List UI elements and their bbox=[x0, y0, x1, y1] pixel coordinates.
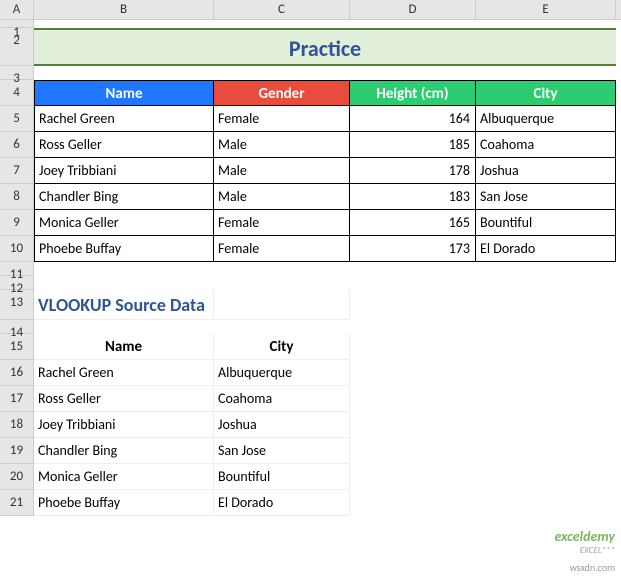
cell-gender[interactable]: Female bbox=[214, 210, 350, 236]
col-header-A[interactable]: A bbox=[0, 0, 34, 19]
vlookup-header-row: Name City bbox=[34, 334, 616, 360]
table-row: Phoebe Buffay Female 173 El Dorado bbox=[34, 236, 616, 262]
row-header-17[interactable]: 17 bbox=[0, 386, 34, 412]
cell-gender[interactable]: Male bbox=[214, 184, 350, 210]
cell-height[interactable]: 173 bbox=[350, 236, 476, 262]
cell-gender[interactable]: Male bbox=[214, 132, 350, 158]
vcell-city[interactable]: Albuquerque bbox=[214, 360, 350, 386]
vlookup-title-row: VLOOKUP Source Data bbox=[34, 290, 616, 320]
row-header-19[interactable]: 19 bbox=[0, 438, 34, 464]
row-headers: 1 2 3 4 5 6 7 8 9 10 11 12 13 14 15 16 1… bbox=[0, 20, 34, 516]
row-header-6[interactable]: 6 bbox=[0, 132, 34, 158]
vcell-name[interactable]: Ross Geller bbox=[34, 386, 214, 412]
vlookup-row: Phoebe Buffay El Dorado bbox=[34, 490, 616, 516]
column-headers: A B C D E bbox=[0, 0, 621, 20]
vlookup-row: Monica Geller Bountiful bbox=[34, 464, 616, 490]
row-header-2[interactable]: 2 bbox=[0, 28, 34, 66]
cell-city[interactable]: Coahoma bbox=[476, 132, 616, 158]
cell-name[interactable]: Phoebe Buffay bbox=[34, 236, 214, 262]
vcell-city[interactable]: Joshua bbox=[214, 412, 350, 438]
table-row: Ross Geller Male 185 Coahoma bbox=[34, 132, 616, 158]
row-header-10[interactable]: 10 bbox=[0, 236, 34, 262]
vlookup-row: Rachel Green Albuquerque bbox=[34, 360, 616, 386]
table-row: Monica Geller Female 165 Bountiful bbox=[34, 210, 616, 236]
vcell-name[interactable]: Rachel Green bbox=[34, 360, 214, 386]
cell-grid: Name Gender Height (cm) City Rachel Gree… bbox=[34, 20, 616, 516]
cell-city[interactable]: San Jose bbox=[476, 184, 616, 210]
watermark-sub: EXCEL*** bbox=[554, 545, 615, 556]
col-header-E[interactable]: E bbox=[476, 0, 616, 19]
vcell-name[interactable]: Phoebe Buffay bbox=[34, 490, 214, 516]
vcell-name[interactable]: Joey Tribbiani bbox=[34, 412, 214, 438]
vlookup-title[interactable]: VLOOKUP Source Data bbox=[34, 290, 214, 320]
cell-city[interactable]: El Dorado bbox=[476, 236, 616, 262]
th-name[interactable]: Name bbox=[34, 80, 214, 106]
vcell-city[interactable]: Bountiful bbox=[214, 464, 350, 490]
row-header-7[interactable]: 7 bbox=[0, 158, 34, 184]
row-header-16[interactable]: 16 bbox=[0, 360, 34, 386]
cell-gender[interactable]: Male bbox=[214, 158, 350, 184]
cell-height[interactable]: 178 bbox=[350, 158, 476, 184]
table-header-row: Name Gender Height (cm) City bbox=[34, 80, 616, 106]
vlookup-row: Joey Tribbiani Joshua bbox=[34, 412, 616, 438]
spreadsheet: A B C D E 1 2 3 4 5 6 7 8 9 10 11 12 13 … bbox=[0, 0, 621, 20]
cell-name[interactable]: Joey Tribbiani bbox=[34, 158, 214, 184]
cell-city[interactable]: Bountiful bbox=[476, 210, 616, 236]
cell-name[interactable]: Ross Geller bbox=[34, 132, 214, 158]
vlookup-row: Ross Geller Coahoma bbox=[34, 386, 616, 412]
table-row: Rachel Green Female 164 Albuquerque bbox=[34, 106, 616, 132]
cell-name[interactable]: Rachel Green bbox=[34, 106, 214, 132]
attribution-text: wsxdn.com bbox=[570, 561, 615, 574]
row-header-9[interactable]: 9 bbox=[0, 210, 34, 236]
vcell-city[interactable]: San Jose bbox=[214, 438, 350, 464]
col-header-D[interactable]: D bbox=[350, 0, 476, 19]
watermark-logo: exceldemy EXCEL*** bbox=[554, 528, 615, 556]
row-header-4[interactable]: 4 bbox=[0, 80, 34, 106]
col-header-B[interactable]: B bbox=[34, 0, 214, 19]
cell-city[interactable]: Joshua bbox=[476, 158, 616, 184]
cell-name[interactable]: Chandler Bing bbox=[34, 184, 214, 210]
vcell-name[interactable]: Chandler Bing bbox=[34, 438, 214, 464]
row-header-8[interactable]: 8 bbox=[0, 184, 34, 210]
row-header-11[interactable]: 11 bbox=[0, 262, 34, 276]
cell-height[interactable]: 185 bbox=[350, 132, 476, 158]
cell-height[interactable]: 164 bbox=[350, 106, 476, 132]
th-city[interactable]: City bbox=[476, 80, 616, 106]
vcell-name[interactable]: Monica Geller bbox=[34, 464, 214, 490]
cell-city[interactable]: Albuquerque bbox=[476, 106, 616, 132]
th-gender[interactable]: Gender bbox=[214, 80, 350, 106]
row-header-3[interactable]: 3 bbox=[0, 66, 34, 80]
vh-city[interactable]: City bbox=[214, 334, 350, 360]
vcell-city[interactable]: Coahoma bbox=[214, 386, 350, 412]
vh-name[interactable]: Name bbox=[34, 334, 214, 360]
col-header-C[interactable]: C bbox=[214, 0, 350, 19]
cell-gender[interactable]: Female bbox=[214, 106, 350, 132]
cell-height[interactable]: 165 bbox=[350, 210, 476, 236]
row-header-1[interactable]: 1 bbox=[0, 20, 34, 28]
table-row: Joey Tribbiani Male 178 Joshua bbox=[34, 158, 616, 184]
row-header-12[interactable]: 12 bbox=[0, 276, 34, 290]
row-header-14[interactable]: 14 bbox=[0, 320, 34, 334]
cell-name[interactable]: Monica Geller bbox=[34, 210, 214, 236]
row-header-18[interactable]: 18 bbox=[0, 412, 34, 438]
th-height[interactable]: Height (cm) bbox=[350, 80, 476, 106]
row-header-21[interactable]: 21 bbox=[0, 490, 34, 516]
cell-height[interactable]: 183 bbox=[350, 184, 476, 210]
row-header-5[interactable]: 5 bbox=[0, 106, 34, 132]
vcell-city[interactable]: El Dorado bbox=[214, 490, 350, 516]
cell-gender[interactable]: Female bbox=[214, 236, 350, 262]
table-row: Chandler Bing Male 183 San Jose bbox=[34, 184, 616, 210]
row-header-15[interactable]: 15 bbox=[0, 334, 34, 360]
row-header-13[interactable]: 13 bbox=[0, 290, 34, 320]
row-header-20[interactable]: 20 bbox=[0, 464, 34, 490]
watermark-text: exceldemy bbox=[554, 528, 615, 545]
vlookup-row: Chandler Bing San Jose bbox=[34, 438, 616, 464]
